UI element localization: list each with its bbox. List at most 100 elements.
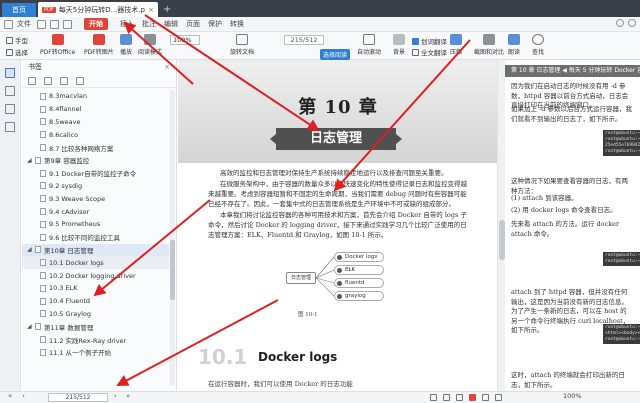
bookmark-item[interactable]: 8.4flannel: [22, 103, 169, 116]
thumbnail-icon[interactable]: [5, 86, 15, 96]
bookmark-item[interactable]: 9.6 比较不同的监控工具: [22, 231, 169, 244]
search-icon[interactable]: [616, 19, 624, 27]
translate-full-button[interactable]: 全文翻译: [412, 47, 447, 57]
menu-insert[interactable]: 插入: [120, 19, 134, 29]
expand-caret-icon[interactable]: ◢: [27, 157, 35, 164]
bookmark-item[interactable]: 9.2 sysdig: [22, 180, 169, 193]
fit-page-icon[interactable]: [495, 394, 502, 401]
menu-edit[interactable]: 编辑: [164, 19, 178, 29]
bookmark-item[interactable]: 11.1 从一个例子开始: [22, 346, 169, 359]
menu-icon: [4, 19, 13, 29]
print-icon[interactable]: [50, 19, 59, 29]
select-read-button[interactable]: 选择阅读: [320, 49, 351, 60]
bookmark-icon: [35, 246, 41, 254]
bookmark-item[interactable]: 9.5 Prometheus: [22, 218, 169, 231]
bookmark-item[interactable]: 9.3 Weave Scope: [22, 192, 169, 205]
menu-annotate[interactable]: 批注: [142, 19, 156, 29]
menu-protect[interactable]: 保护: [208, 19, 222, 29]
save-icon[interactable]: [37, 19, 46, 29]
expand-all-icon[interactable]: [28, 76, 36, 85]
zoom-input[interactable]: 100%: [170, 35, 200, 45]
double-page-icon[interactable]: [443, 394, 450, 401]
play-mode-icon[interactable]: [469, 394, 476, 401]
bookmark-icon: [40, 144, 46, 152]
menu-convert[interactable]: 转换: [230, 19, 244, 29]
prev-page-button[interactable]: ‹: [22, 392, 25, 400]
scroll-icon: [363, 34, 375, 45]
single-page-icon[interactable]: [430, 394, 437, 401]
bookmark-icon: [40, 131, 46, 139]
bookmark-item[interactable]: 10.3 ELK: [22, 282, 169, 295]
bookmark-item[interactable]: 11.2 实践Rex-Ray driver: [22, 333, 169, 346]
undo-icon[interactable]: [63, 19, 72, 29]
figure-connectors: [316, 256, 334, 297]
collapse-all-icon[interactable]: [44, 76, 52, 85]
bookmark-chapter[interactable]: ◢ 第11章 数据管理: [22, 320, 169, 333]
delete-bookmark-icon[interactable]: [76, 76, 84, 85]
document-view[interactable]: 第 10 章 日志管理 高效的监控和日志管理对保持生产系统持续稳定地运行以及排查…: [178, 60, 640, 391]
bookmark-item[interactable]: 9.4 cAdvisor: [22, 205, 169, 218]
background-button[interactable]: 背景: [393, 34, 405, 56]
first-page-button[interactable]: «: [8, 392, 12, 400]
menu-page[interactable]: 页面: [186, 19, 200, 29]
read-mode-button[interactable]: 阅读模式: [138, 34, 162, 56]
bookmark-icon: [40, 169, 46, 177]
auto-scroll-button[interactable]: 自动滚动: [357, 34, 381, 56]
last-page-button[interactable]: »: [126, 392, 130, 400]
auto-scroll-label: 自动滚动: [357, 49, 382, 56]
add-bookmark-icon[interactable]: [60, 76, 68, 85]
settings-icon[interactable]: [628, 19, 636, 27]
bookmark-item[interactable]: 10.1 Docker logs: [22, 256, 169, 270]
fit-width-icon[interactable]: [482, 394, 489, 401]
bookmark-item[interactable]: 9.1 Docker自带的监控子命令: [22, 167, 169, 180]
pdf-to-image-button[interactable]: PDF转图片: [84, 34, 114, 56]
read-aloud-button[interactable]: 朗读: [508, 34, 520, 56]
bookmark-tools: [22, 74, 176, 88]
translate-word-button[interactable]: 划词翻译: [412, 36, 447, 46]
page-number-input[interactable]: 215/512: [284, 35, 324, 45]
status-zoom-level[interactable]: 100%: [563, 392, 582, 400]
document-tab[interactable]: PDF 每天5分钟玩转D...器技术.pdf ×: [38, 2, 158, 17]
next-page-button[interactable]: ›: [114, 392, 117, 400]
annotation-icon[interactable]: [5, 104, 15, 114]
bookmark-item[interactable]: 10.5 Graylog: [22, 308, 169, 321]
document-scrollbar[interactable]: [497, 60, 505, 391]
home-tab[interactable]: 首页: [2, 3, 36, 17]
menu-start[interactable]: 开始: [84, 18, 108, 30]
hand-tool-button[interactable]: 手型: [6, 35, 28, 45]
expand-caret-icon[interactable]: ◢: [27, 323, 35, 330]
search-panel-icon[interactable]: [5, 122, 15, 132]
bookmark-chapter[interactable]: ◢ 第10章 日志管理: [22, 243, 169, 257]
compress-button[interactable]: 压缩: [450, 34, 462, 56]
screenshot-compare-button[interactable]: 截图和对比: [474, 34, 504, 56]
close-panel-icon[interactable]: ×: [164, 63, 170, 71]
status-page-input[interactable]: 215/512: [48, 393, 108, 402]
panel-scrollbar[interactable]: [170, 90, 175, 385]
bookmark-item[interactable]: 8.3macvlan: [22, 90, 169, 103]
close-tab-icon[interactable]: ×: [148, 6, 154, 14]
read-mode-label: 阅读模式: [138, 49, 163, 56]
bookmark-item[interactable]: 8.7 比较各种网络方案: [22, 141, 169, 154]
translate-icon: [412, 37, 419, 45]
window-controls: [616, 19, 636, 27]
pdf-to-office-button[interactable]: PDF转Office: [40, 34, 75, 56]
menu-file[interactable]: 文件: [4, 19, 31, 29]
bookmark-item[interactable]: 8.5weave: [22, 116, 169, 129]
find-button[interactable]: 查找: [532, 34, 544, 56]
bookmark-panel-title: 书签: [28, 63, 42, 71]
bookmark-item[interactable]: 10.4 Fluentd: [22, 295, 169, 308]
bookmark-item[interactable]: 10.2 Docker logging driver: [22, 269, 169, 282]
play-button[interactable]: 播放: [120, 34, 132, 56]
bookmark-icon: [40, 297, 46, 305]
bookmark-panel-icon[interactable]: [5, 68, 15, 78]
quick-tools[interactable]: [37, 19, 76, 29]
bookmark-label: 8.7 比较各种网络方案: [49, 144, 114, 153]
rotate-button[interactable]: 旋转文档: [230, 34, 254, 56]
new-tab-button[interactable]: +: [163, 2, 171, 17]
bookmark-chapter[interactable]: ◢ 第9章 容器监控: [22, 154, 169, 167]
continuous-icon[interactable]: [456, 394, 463, 401]
select-tool-button[interactable]: 选择: [6, 47, 28, 57]
panel-scrollbar-thumb[interactable]: [170, 240, 175, 300]
bookmark-item[interactable]: 8.6calico: [22, 128, 169, 141]
expand-caret-icon[interactable]: ◢: [27, 246, 35, 253]
